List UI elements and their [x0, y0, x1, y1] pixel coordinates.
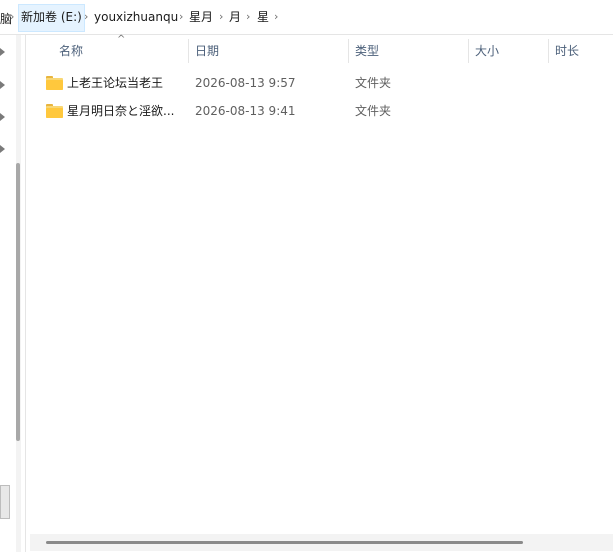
breadcrumb-item-xing[interactable]: 星 [257, 4, 269, 30]
nav-scrollbar-thumb[interactable] [16, 163, 20, 441]
breadcrumb-item-drive[interactable]: 新加卷 (E:) [18, 4, 85, 32]
breadcrumb-separator-icon[interactable]: › [10, 4, 14, 30]
folder-icon [46, 76, 63, 90]
file-date: 2026-08-13 9:41 [195, 104, 296, 118]
expand-arrow-icon[interactable] [0, 145, 5, 153]
column-header-type[interactable]: 类型 [355, 35, 379, 67]
folder-icon [46, 104, 63, 118]
breadcrumb-separator-icon[interactable]: › [84, 4, 88, 30]
column-divider[interactable] [548, 39, 549, 63]
file-type: 文件夹 [355, 104, 392, 118]
breadcrumb-separator-icon[interactable]: › [274, 4, 278, 30]
file-date: 2026-08-13 9:57 [195, 76, 296, 90]
expand-arrow-icon[interactable] [0, 48, 5, 56]
file-name: 星月明日奈と淫欲... [67, 104, 175, 118]
column-header-duration[interactable]: 时长 [555, 35, 579, 67]
expand-arrow-icon[interactable] [0, 81, 5, 89]
column-header-row: ^ 名称 日期 类型 大小 时长 [26, 35, 613, 67]
breadcrumb-item-youxizhuanqu[interactable]: youxizhuanqu [94, 4, 178, 30]
file-row[interactable]: 上老王论坛当老王 2026-08-13 9:57 文件夹 [26, 70, 586, 96]
nav-scroll-button[interactable] [0, 485, 10, 519]
breadcrumb-item-xingyue[interactable]: 星月 [189, 4, 213, 30]
breadcrumb-separator-icon[interactable]: › [219, 4, 223, 30]
column-header-name[interactable]: 名称 [59, 35, 83, 67]
file-type: 文件夹 [355, 76, 392, 90]
column-divider[interactable] [188, 39, 189, 63]
column-divider[interactable] [348, 39, 349, 63]
breadcrumb-item-yue[interactable]: 月 [229, 4, 241, 30]
horizontal-scrollbar[interactable] [30, 534, 613, 551]
address-breadcrumb: 脑 › 新加卷 (E:) › youxizhuanqu › 星月 › 月 › 星… [0, 0, 613, 35]
file-row[interactable]: 星月明日奈と淫欲... 2026-08-13 9:41 文件夹 [26, 98, 586, 124]
navigation-pane [0, 35, 23, 552]
file-name: 上老王论坛当老王 [67, 76, 164, 90]
expand-arrow-icon[interactable] [0, 113, 5, 121]
horizontal-scrollbar-thumb[interactable] [46, 541, 523, 544]
breadcrumb-separator-icon[interactable]: › [246, 4, 250, 30]
sort-ascending-icon: ^ [117, 34, 126, 45]
breadcrumb-separator-icon[interactable]: › [179, 4, 183, 30]
column-header-size[interactable]: 大小 [475, 35, 499, 67]
column-divider[interactable] [468, 39, 469, 63]
column-header-date[interactable]: 日期 [195, 35, 219, 67]
